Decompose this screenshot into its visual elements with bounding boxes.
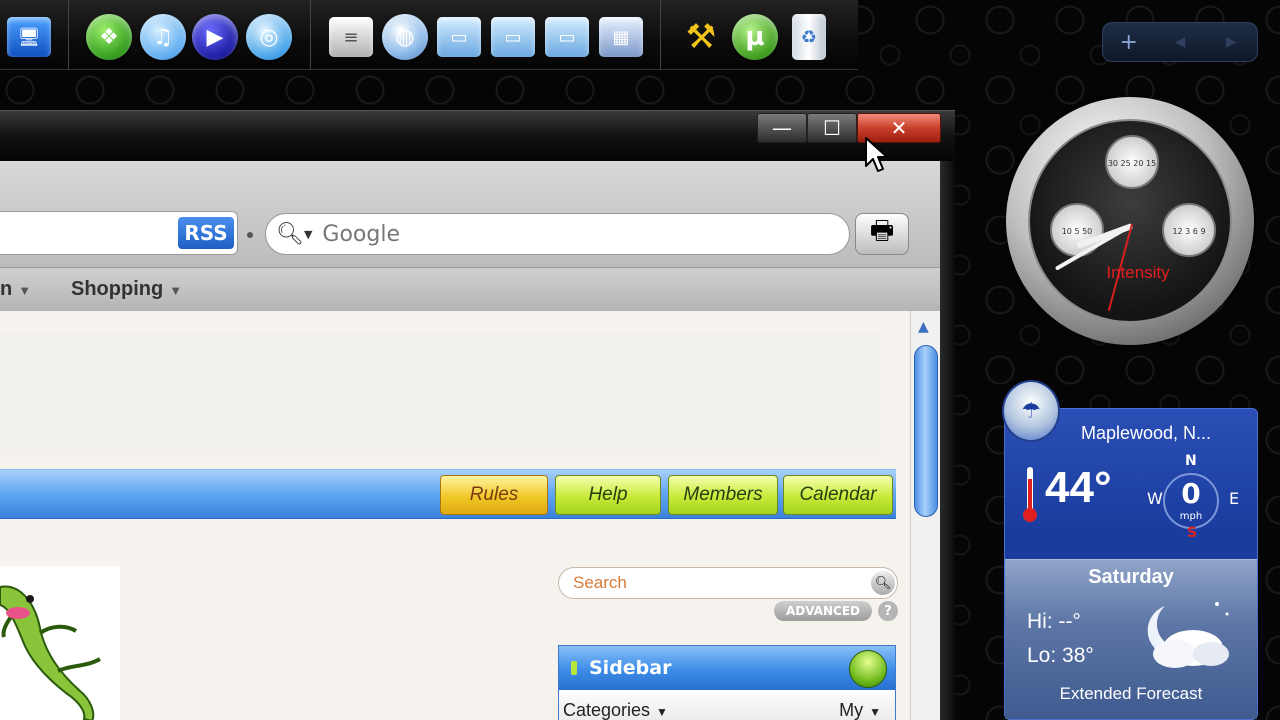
bookmark-shopping[interactable]: Shopping ▼	[71, 278, 182, 301]
clock-subdial: 10 5 50	[1050, 203, 1104, 257]
categories-dropdown[interactable]: Categories ▼	[563, 700, 668, 720]
clock-gadget[interactable]: 30 25 20 15 10 5 50 12 3 6 9 Intensity	[1006, 97, 1254, 345]
extended-forecast-link[interactable]: Extended Forecast	[1005, 684, 1257, 704]
search-placeholder: Google	[322, 221, 400, 247]
folder-icon[interactable]: ▭	[542, 12, 592, 62]
current-temperature: 44°	[1045, 463, 1112, 512]
printer-icon: 🖶	[869, 216, 895, 246]
wind-unit: mph	[1179, 511, 1203, 522]
chevron-down-icon: ▼	[169, 283, 183, 298]
wind-speed: 0	[1181, 477, 1201, 510]
sidebar-toggle-button[interactable]	[849, 650, 887, 688]
tools-hammer-icon[interactable]: ⚒	[676, 12, 726, 62]
quick-launch-dock: 🖥 ❖ ♫ ▶ ◎ ≡ ◍ ▭ ▭ ▭ ▦ ⚒ µ ♻	[0, 0, 858, 70]
advanced-search-button[interactable]: ADVANCED	[774, 601, 872, 621]
forecast-day: Saturday	[1088, 566, 1174, 588]
compass-east: E	[1229, 489, 1240, 508]
internet-globe-icon[interactable]: ◍	[380, 12, 430, 62]
clock-subdial: 12 3 6 9	[1162, 203, 1216, 257]
dock-separator	[68, 0, 69, 70]
maximize-button[interactable]: ☐	[807, 113, 857, 143]
weather-location[interactable]: Maplewood, N...	[1081, 423, 1211, 444]
nav-help-button[interactable]: Help	[555, 475, 661, 515]
thermometer-icon	[1023, 467, 1037, 522]
dock-separator	[660, 0, 661, 70]
dock-separator	[310, 0, 311, 70]
media-player-icon[interactable]: ▶	[190, 12, 240, 62]
nav-members-button[interactable]: Members	[668, 475, 778, 515]
minimize-button[interactable]: —	[757, 113, 807, 143]
recycle-bin-icon[interactable]: ♻	[784, 12, 834, 62]
weather-gadget[interactable]: Maplewood, N... 44° N W E S 0 mph Saturd…	[1004, 408, 1258, 720]
bookmark-menu[interactable]: n ▼	[0, 278, 31, 301]
daily-forecast-panel: Saturday Hi: --° Lo: 38° Extended Foreca…	[1005, 559, 1257, 719]
sidebar-bar-icon	[571, 661, 577, 675]
chevron-down-icon: ▼	[18, 283, 32, 298]
site-search-placeholder: Search	[573, 573, 627, 592]
folder-icon[interactable]: ▭	[488, 12, 538, 62]
compass-south: S	[1187, 525, 1198, 541]
add-icon[interactable]: +	[1103, 30, 1154, 55]
site-banner	[0, 333, 880, 455]
sidebar-title: Sidebar	[589, 657, 672, 679]
partly-cloudy-night-icon	[1147, 602, 1229, 668]
clock-subdial: 30 25 20 15	[1105, 135, 1159, 189]
bookmarks-bar: n ▼ Shopping ▼	[0, 267, 940, 311]
search-icon[interactable]: 🔍︎	[871, 571, 895, 595]
sidebar-header: Sidebar	[559, 646, 895, 690]
sidebar-menu-row: Categories ▼ My ▼	[559, 690, 895, 720]
chevron-down-icon: ▼	[656, 705, 668, 719]
vertical-scrollbar[interactable]: ▲	[910, 311, 940, 720]
sidebar-panel: Sidebar Categories ▼ My ▼	[558, 645, 896, 720]
itunes-icon[interactable]: ♫	[138, 12, 188, 62]
weather-gadget-badge-icon[interactable]: ☂	[1002, 380, 1060, 442]
scrollbar-thumb[interactable]	[914, 345, 938, 517]
forecast-high: Hi: --°	[1027, 610, 1081, 633]
compass-north: N	[1185, 453, 1197, 469]
rss-button[interactable]: RSS	[178, 217, 234, 249]
help-icon[interactable]: ?	[878, 601, 898, 621]
nav-rules-button[interactable]: Rules	[440, 475, 548, 515]
mouse-cursor-icon	[865, 137, 888, 172]
chevron-down-icon[interactable]: ▼	[304, 228, 312, 241]
dock-controls: + ◀ ▶	[1102, 22, 1258, 62]
clock-face: 30 25 20 15 10 5 50 12 3 6 9 Intensity	[1028, 119, 1232, 323]
chevron-down-icon: ▼	[869, 705, 881, 719]
next-icon[interactable]: ▶	[1206, 34, 1257, 50]
site-search-input[interactable]: Search 🔍︎	[558, 567, 898, 599]
my-dropdown[interactable]: My ▼	[839, 700, 881, 720]
utorrent-icon[interactable]: µ	[730, 12, 780, 62]
search-icon[interactable]: 🔍︎	[276, 222, 304, 247]
window-right-edge	[940, 161, 955, 720]
page-content: Rules Help Members Calendar Search 🔍︎ AD…	[0, 311, 910, 720]
wind-compass: N W E S 0 mph	[1147, 453, 1239, 541]
clock-brand-label: Intensity	[1106, 263, 1170, 282]
print-button[interactable]: 🖶	[855, 213, 909, 255]
gecko-logo-icon[interactable]	[0, 573, 110, 720]
windows-start-icon[interactable]: ❖	[84, 12, 134, 62]
browser-window: — ☐ ✕ RSS 🔍︎ ▼ Google 🖶 n ▼ Shopping ▼ Rul…	[0, 110, 955, 720]
control-panel-icon[interactable]: ▦	[596, 12, 646, 62]
site-nav-bar: Rules Help Members Calendar	[0, 469, 896, 519]
scroll-up-icon[interactable]: ▲	[918, 319, 929, 335]
cd-burner-icon[interactable]: ◎	[244, 12, 294, 62]
forecast-low: Lo: 38°	[1027, 644, 1094, 667]
my-computer-icon[interactable]: 🖥	[4, 12, 54, 62]
notepad-icon[interactable]: ≡	[326, 12, 376, 62]
toolbar-splitter[interactable]	[247, 232, 253, 238]
google-search-input[interactable]: 🔍︎ ▼ Google	[265, 213, 850, 255]
previous-icon[interactable]: ◀	[1154, 34, 1205, 50]
folder-icon[interactable]: ▭	[434, 12, 484, 62]
nav-calendar-button[interactable]: Calendar	[783, 475, 893, 515]
